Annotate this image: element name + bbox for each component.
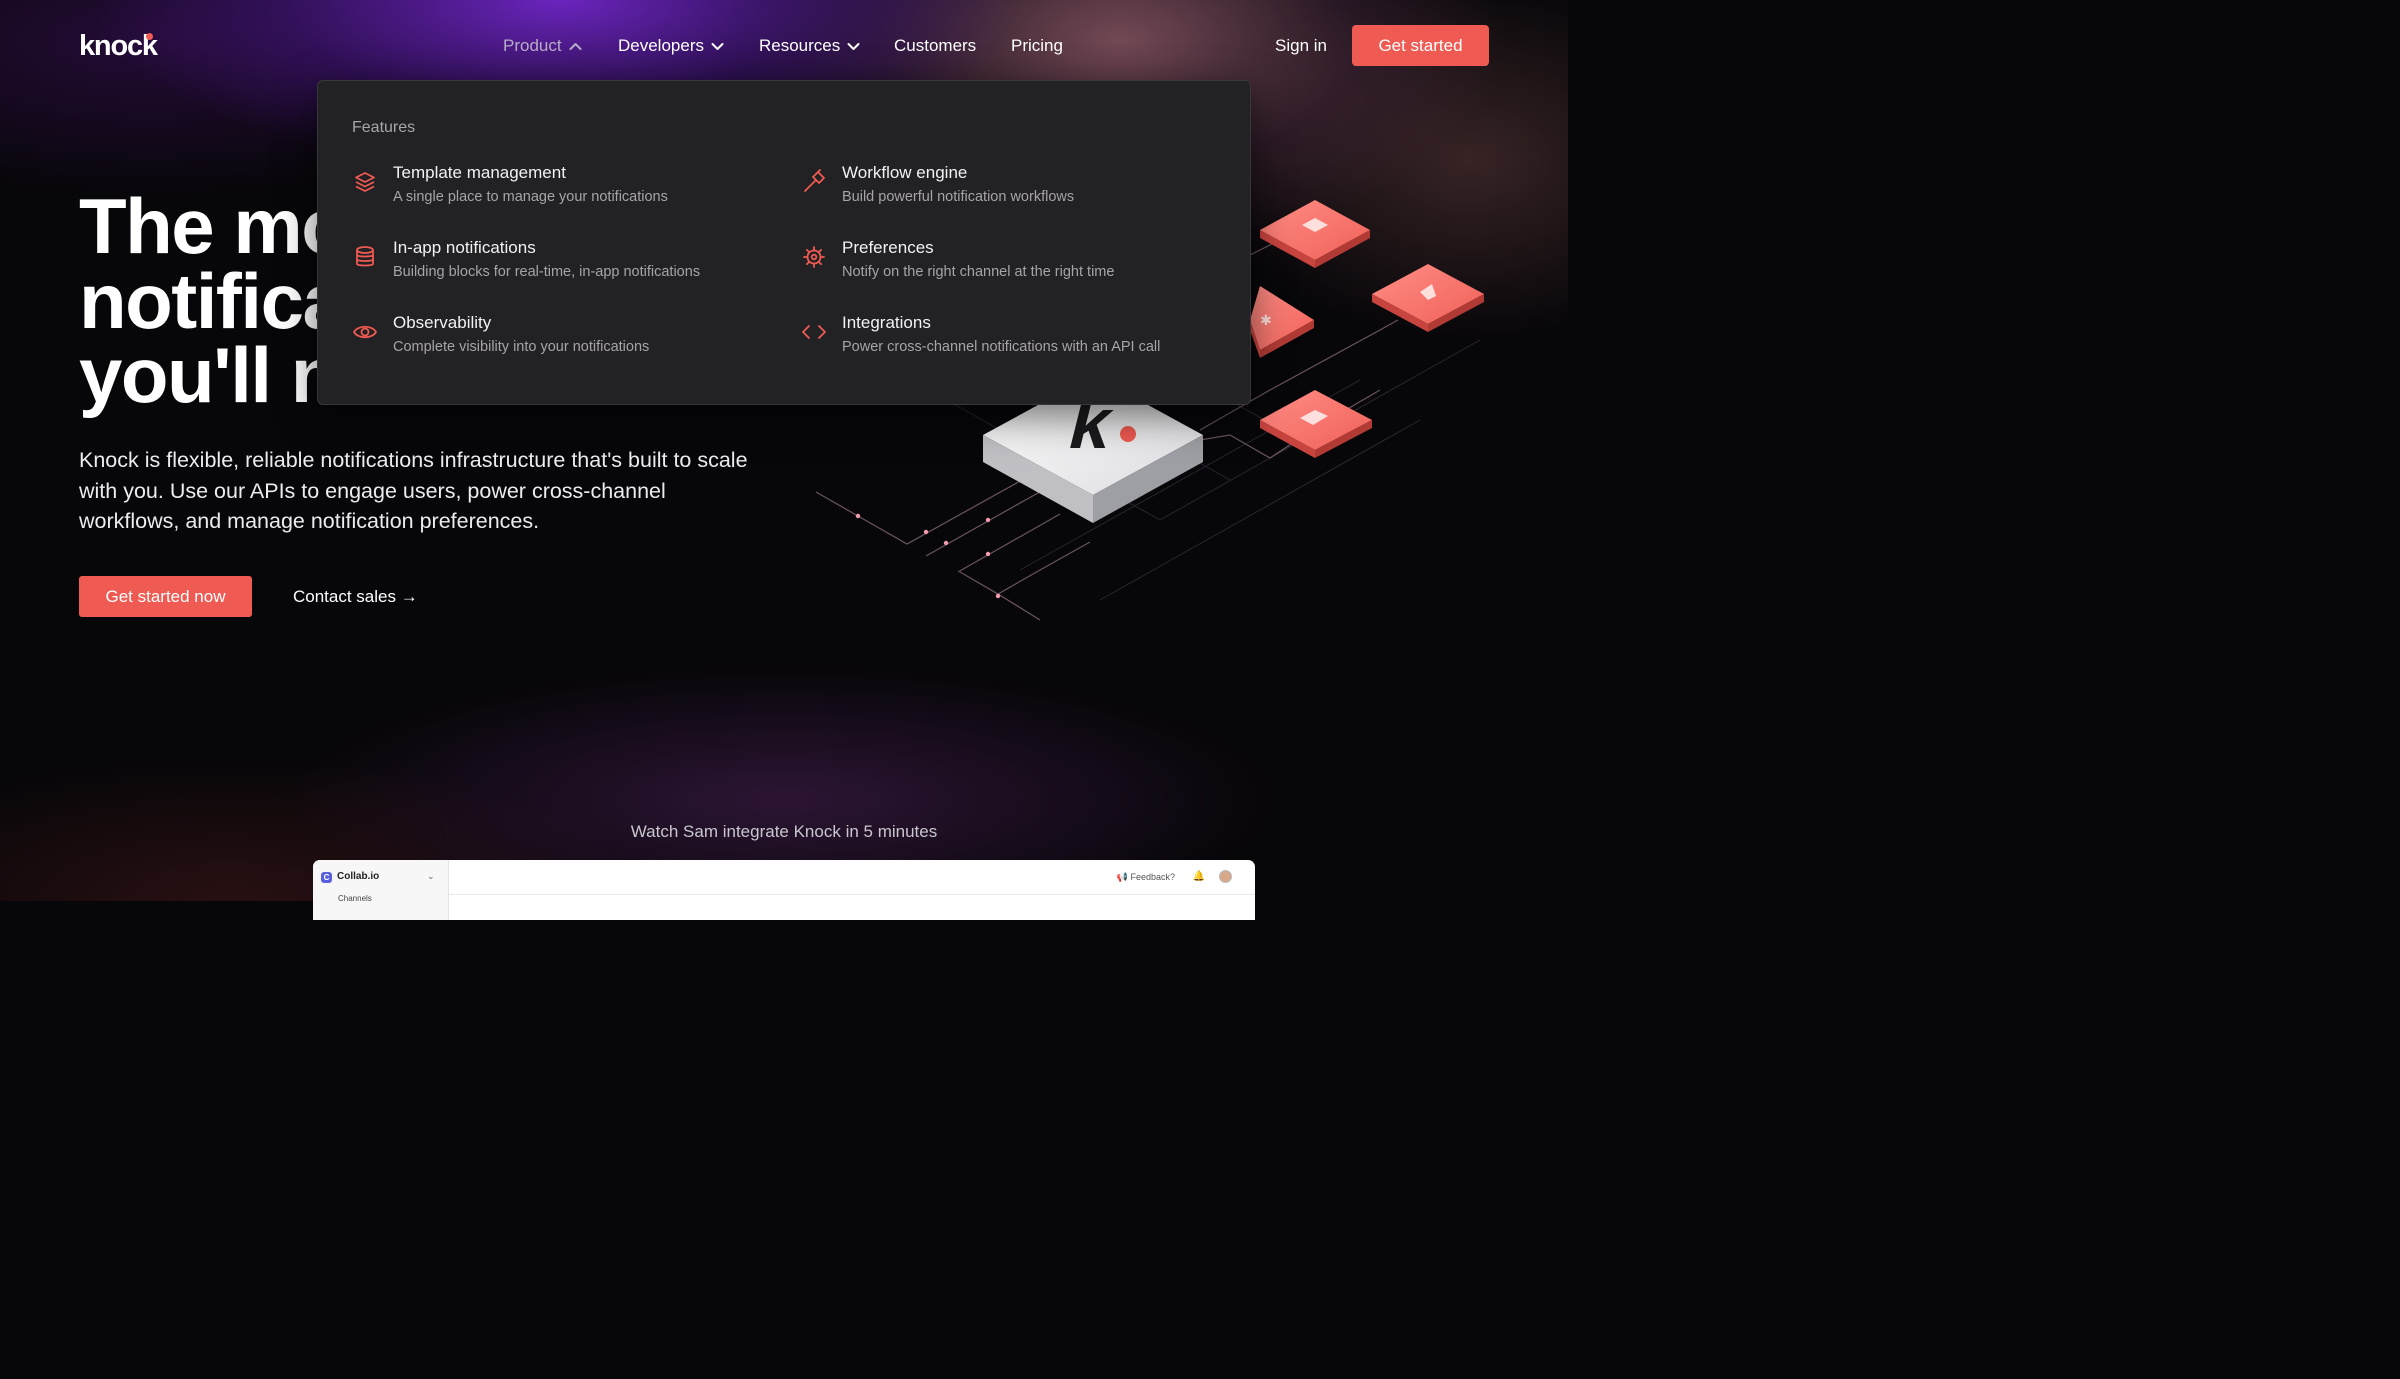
email-tile: [1260, 200, 1370, 268]
gear-icon: [801, 244, 827, 270]
svg-text:✱: ✱: [1260, 313, 1272, 329]
layers-icon: [352, 169, 378, 195]
nav-developers[interactable]: Developers: [618, 36, 724, 56]
chevron-down-icon: ⌄: [427, 871, 435, 881]
dropdown-item-workflow-engine[interactable]: Workflow engine Build powerful notificat…: [801, 163, 1221, 219]
sms-tile: [1260, 390, 1372, 458]
bell-icon: 🔔: [1192, 871, 1205, 882]
hammer-icon: [801, 169, 827, 195]
nav-resources-label: Resources: [759, 36, 841, 55]
contact-sales-link[interactable]: Contact sales →: [293, 587, 418, 607]
app-sidebar: C Collab.io ⌄ Channels: [313, 860, 449, 920]
app-preview-frame[interactable]: C Collab.io ⌄ Channels 📢 Feedback? 🔔: [313, 860, 1255, 920]
dropdown-item-title: Preferences: [842, 238, 934, 257]
video-caption: Watch Sam integrate Knock in 5 minutes: [630, 822, 938, 841]
dropdown-heading: Features: [352, 119, 416, 136]
dropdown-item-preferences[interactable]: Preferences Notify on the right channel …: [801, 238, 1221, 294]
hero-heading-line-1: The mo: [79, 182, 349, 270]
dropdown-item-desc: Power cross-channel notifications with a…: [842, 339, 1161, 355]
chevron-up-icon: [569, 42, 582, 51]
dropdown-item-template-management[interactable]: Template management A single place to ma…: [352, 163, 772, 219]
app-feedback-label: Feedback?: [1130, 872, 1175, 882]
dropdown-item-desc: Building blocks for real-time, in-app no…: [393, 264, 701, 280]
hero-description: Knock is flexible, reliable notification…: [79, 448, 748, 533]
eye-icon: [352, 319, 378, 345]
hero-heading-line-3: you'll n: [79, 331, 338, 419]
dropdown-item-title: Observability: [393, 313, 492, 332]
dropdown-item-title: Workflow engine: [842, 163, 968, 182]
chevron-down-icon: [711, 42, 724, 51]
dropdown-item-desc: Notify on the right channel at the right…: [842, 264, 1115, 280]
dropdown-item-integrations[interactable]: Integrations Power cross-channel notific…: [801, 313, 1221, 369]
dropdown-item-title: In-app notifications: [393, 238, 536, 257]
nav-pricing[interactable]: Pricing: [1011, 36, 1063, 56]
app-topbar: 📢 Feedback? 🔔: [449, 860, 1255, 895]
logo-dot: [146, 33, 153, 40]
app-sidebar-channels: Channels: [338, 894, 372, 903]
nav-developers-label: Developers: [618, 36, 704, 55]
code-icon: [801, 319, 827, 345]
hero-heading-line-2: notifica: [79, 257, 346, 345]
bell-tile: [1372, 264, 1484, 332]
app-feedback: 📢 Feedback?: [1116, 872, 1175, 882]
dropdown-item-in-app-notifications[interactable]: In-app notifications Building blocks for…: [352, 238, 772, 294]
dropdown-item-desc: A single place to manage your notificati…: [393, 189, 668, 205]
dropdown-item-title: Integrations: [842, 313, 931, 332]
dropdown-item-desc: Build powerful notification workflows: [842, 189, 1075, 205]
sign-in-link[interactable]: Sign in: [1275, 36, 1327, 56]
dropdown-item-title: Template management: [393, 163, 566, 182]
database-icon: [352, 244, 378, 270]
get-started-now-button[interactable]: Get started now: [79, 576, 252, 617]
nav-resources[interactable]: Resources: [759, 36, 860, 56]
nav-customers-label: Customers: [894, 36, 977, 55]
slack-tile: ✱: [1250, 286, 1314, 358]
nav-pricing-label: Pricing: [1011, 36, 1063, 55]
dropdown-item-observability[interactable]: Observability Complete visibility into y…: [352, 313, 772, 369]
app-workspace-name: Collab.io: [337, 871, 380, 882]
product-dropdown-menu: Features Template management A single pl…: [317, 80, 1251, 405]
avatar: [1219, 870, 1232, 883]
dropdown-item-desc: Complete visibility into your notificati…: [393, 339, 650, 355]
collab-logo-icon: C: [321, 872, 332, 883]
nav-customers[interactable]: Customers: [894, 36, 976, 56]
nav-product[interactable]: Product: [503, 36, 582, 56]
nav-product-label: Product: [503, 36, 562, 55]
chevron-down-icon: [847, 42, 860, 51]
get-started-button[interactable]: Get started: [1352, 25, 1489, 66]
